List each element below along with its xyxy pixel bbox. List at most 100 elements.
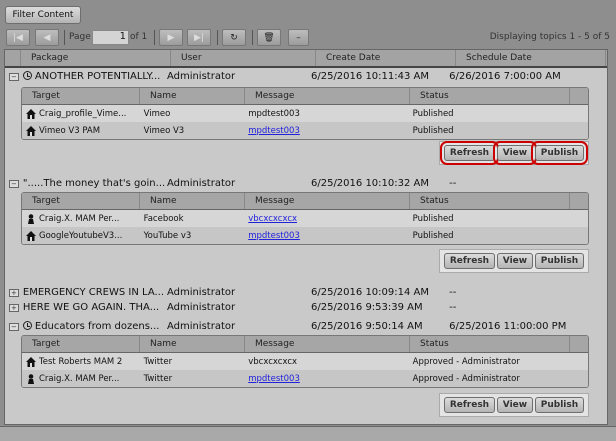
target-cell: Vimeo V3 PAM — [22, 125, 140, 136]
schedule-date-cell: -- — [449, 302, 457, 313]
package-cell: ANOTHER POTENTIALLY... — [19, 71, 167, 82]
expand-icon[interactable]: + — [9, 303, 19, 312]
target-row[interactable]: Craig_profile_Vime... Vimeo mpdtest003 P… — [22, 105, 588, 122]
target-row[interactable]: Craig.X. MAM Per... Twitter mpdtest003 A… — [22, 370, 588, 387]
package-cell: ".....The money that's goin... — [19, 178, 167, 189]
refresh-button[interactable]: Refresh — [443, 253, 496, 269]
target-name: Craig.X. MAM Per... — [39, 213, 120, 224]
target-row[interactable]: Vimeo V3 PAM Vimeo V3 mpdtest003 Publish… — [22, 122, 588, 139]
header-name[interactable]: Name — [140, 193, 245, 209]
header-status[interactable]: Status — [410, 193, 570, 209]
collapse-icon[interactable]: − — [9, 322, 19, 331]
package-row[interactable]: − ".....The money that's goin... Adminis… — [5, 176, 607, 191]
user-cell: Administrator — [166, 178, 236, 189]
last-page-button[interactable]: ▶| — [187, 29, 211, 46]
message-link[interactable]: mpdtest003 — [248, 231, 300, 241]
header-name[interactable]: Name — [140, 88, 245, 104]
action-buttons: Refresh View Publish — [439, 393, 589, 417]
targets-subgrid: Target Name Message Status Test Roberts … — [21, 335, 589, 388]
header-status[interactable]: Status — [410, 88, 570, 104]
refresh-icon: ↻ — [230, 32, 238, 43]
target-name: Craig.X. MAM Per... — [39, 373, 120, 384]
message-cell[interactable]: mpdtest003 — [244, 374, 408, 384]
header-target[interactable]: Target — [22, 88, 140, 104]
schedule-date-cell: -- — [449, 287, 457, 298]
next-page-icon: ▶ — [167, 32, 175, 43]
expand-icon[interactable]: + — [9, 288, 19, 297]
status-cell: Published — [412, 108, 454, 119]
publish-button[interactable]: Publish — [534, 253, 585, 269]
name-cell: Twitter — [143, 356, 173, 367]
name-cell: Vimeo V3 — [143, 125, 185, 136]
header-package[interactable]: Package — [21, 50, 171, 66]
prev-page-button[interactable]: ◀ — [35, 29, 59, 46]
target-row[interactable]: Test Roberts MAM 2 Twitter vbcxcxcxcx Ap… — [22, 353, 588, 370]
action-buttons: Refresh View Publish — [439, 141, 589, 165]
status-cell: Approved - Administrator — [412, 373, 520, 384]
refresh-button[interactable]: ↻ — [222, 29, 246, 46]
trash-icon: 🗑 — [263, 32, 275, 43]
publish-button[interactable]: Publish — [534, 397, 585, 413]
package-name: EMERGENCY CREWS IN LA... — [22, 287, 165, 298]
message-cell: mpdtest003 — [244, 109, 408, 119]
header-message[interactable]: Message — [245, 193, 410, 209]
target-row[interactable]: GoogleYoutubeV3... YouTube v3 mpdtest003… — [22, 227, 588, 244]
header-create-date[interactable]: Create Date — [316, 50, 456, 66]
topics-grid: Package User Create Date Schedule Date −… — [4, 49, 608, 425]
user-cell: Administrator — [166, 287, 236, 298]
package-name: ANOTHER POTENTIALLY... — [34, 71, 161, 82]
header-message[interactable]: Message — [245, 88, 410, 104]
message-cell[interactable]: mpdtest003 — [244, 126, 408, 136]
name-cell: YouTube v3 — [143, 230, 192, 241]
package-name: ".....The money that's goin... — [22, 178, 166, 189]
targets-subgrid: Target Name Message Status Craig.X. MAM … — [21, 192, 589, 245]
create-date-cell: 6/25/2016 9:53:39 AM — [310, 302, 423, 313]
message-link[interactable]: mpdtest003 — [248, 126, 300, 136]
header-expander — [5, 50, 21, 66]
clock-icon — [22, 71, 32, 80]
delete-button[interactable]: 🗑 — [257, 29, 281, 46]
last-page-icon: ▶| — [194, 32, 204, 43]
header-name[interactable]: Name — [140, 336, 245, 352]
target-name: GoogleYoutubeV3... — [39, 230, 123, 241]
view-button[interactable]: View — [496, 253, 534, 269]
package-row[interactable]: − Educators from dozens... Administrator… — [5, 319, 607, 334]
collapse-button[interactable]: – — [288, 29, 309, 46]
page-number-input[interactable]: 1 — [92, 30, 129, 45]
name-cell: Twitter — [143, 373, 173, 384]
header-schedule-date[interactable]: Schedule Date — [456, 50, 606, 66]
separator — [64, 30, 65, 45]
package-row[interactable]: + EMERGENCY CREWS IN LA... Administrator… — [5, 285, 607, 300]
header-target[interactable]: Target — [22, 193, 140, 209]
user-cell: Administrator — [166, 71, 236, 82]
prev-page-icon: ◀ — [43, 32, 51, 43]
collapse-icon[interactable]: − — [9, 179, 19, 188]
target-row[interactable]: Craig.X. MAM Per... Facebook vbcxcxcxcx … — [22, 210, 588, 227]
clock-icon — [22, 321, 32, 330]
refresh-button[interactable]: Refresh — [439, 141, 500, 165]
view-button[interactable]: View — [496, 397, 534, 413]
package-row[interactable]: + HERE WE GO AGAIN. THA... Administrator… — [5, 300, 607, 315]
header-user[interactable]: User — [171, 50, 316, 66]
target-cell: Craig.X. MAM Per... — [22, 374, 140, 384]
message-text: vbcxcxcxcx — [248, 356, 298, 367]
next-page-button[interactable]: ▶ — [159, 29, 183, 46]
message-cell[interactable]: vbcxcxcxcx — [244, 214, 408, 224]
package-name: HERE WE GO AGAIN. THA... — [22, 302, 160, 313]
view-button[interactable]: View — [492, 141, 538, 165]
name-cell: Vimeo — [143, 108, 171, 119]
header-target[interactable]: Target — [22, 336, 140, 352]
package-row[interactable]: − ANOTHER POTENTIALLY... Administrator 6… — [5, 69, 607, 84]
first-page-button[interactable]: |◀ — [6, 29, 30, 46]
name-cell: Facebook — [143, 213, 184, 224]
header-status[interactable]: Status — [410, 336, 570, 352]
filter-content-button[interactable]: Filter Content — [5, 6, 81, 24]
message-link[interactable]: mpdtest003 — [248, 374, 300, 384]
target-cell: Craig_profile_Vime... — [22, 108, 140, 119]
collapse-icon[interactable]: − — [9, 72, 19, 81]
message-cell[interactable]: mpdtest003 — [244, 231, 408, 241]
refresh-button[interactable]: Refresh — [443, 397, 496, 413]
message-link[interactable]: vbcxcxcxcx — [248, 214, 297, 224]
header-message[interactable]: Message — [245, 336, 410, 352]
publish-button[interactable]: Publish — [530, 141, 589, 165]
